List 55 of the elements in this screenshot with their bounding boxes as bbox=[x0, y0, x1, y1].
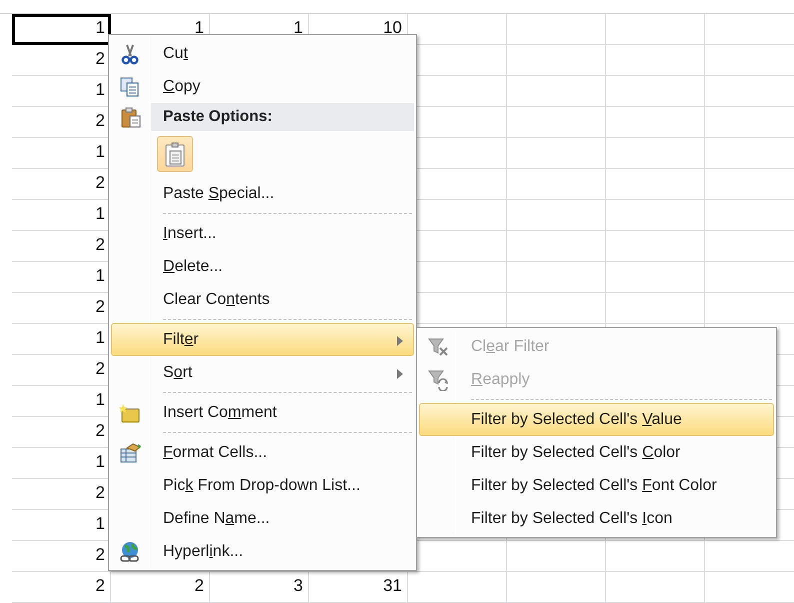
menu-item[interactable]: Copy bbox=[111, 70, 414, 103]
table-cell-text: 1 bbox=[194, 17, 205, 39]
globe-link-icon bbox=[119, 541, 141, 563]
table-cell-text: 2 bbox=[94, 110, 106, 132]
table-cell-text: 2 bbox=[94, 420, 106, 442]
menu-item[interactable]: Paste Special... bbox=[111, 177, 414, 210]
table-cell-text: 1 bbox=[94, 79, 106, 101]
clipboard-icon bbox=[163, 142, 187, 166]
menu-item[interactable]: Insert... bbox=[111, 217, 414, 250]
table-cell-text: 2 bbox=[94, 575, 106, 597]
comment-icon bbox=[119, 402, 141, 424]
table-cell-text: 1 bbox=[94, 141, 106, 163]
menu-item[interactable]: Define Name... bbox=[111, 502, 414, 535]
table-cell-text: 2 bbox=[94, 296, 106, 318]
table-cell-text: 10 bbox=[382, 17, 403, 39]
funnel-refresh-icon bbox=[427, 369, 449, 391]
submenu-arrow-icon bbox=[397, 336, 403, 346]
table-cell-text: 1 bbox=[94, 389, 106, 411]
menu-item[interactable]: Delete... bbox=[111, 250, 414, 283]
menu-item[interactable]: Pick From Drop-down List... bbox=[111, 469, 414, 502]
table-cell-text: 2 bbox=[194, 575, 205, 597]
table-cell-text: 31 bbox=[382, 575, 403, 597]
table-cell-text: 1 bbox=[94, 327, 106, 349]
funnel-clear-icon bbox=[427, 336, 449, 358]
copy-icon bbox=[119, 76, 141, 98]
table-cell-text: 1 bbox=[94, 265, 106, 287]
menu-item[interactable]: Filter by Selected Cell's Font Color bbox=[419, 469, 774, 502]
menu-item[interactable]: Cut bbox=[111, 37, 414, 70]
menu-item[interactable]: Filter by Selected Cell's Icon bbox=[419, 502, 774, 535]
clipboard-icon bbox=[120, 106, 142, 128]
table-cell-text: 2 bbox=[94, 358, 106, 380]
table-cell-text: 3 bbox=[292, 575, 304, 597]
menu-item[interactable]: Clear Contents bbox=[111, 283, 414, 316]
table-cell: 1 bbox=[12, 14, 111, 45]
menu-section-header: Paste Options: bbox=[151, 103, 414, 131]
menu-item[interactable]: Hyperlink... bbox=[111, 535, 414, 568]
submenu-arrow-icon bbox=[397, 369, 403, 379]
table-cell-text: 2 bbox=[94, 172, 106, 194]
table-cell-text: 1 bbox=[292, 17, 304, 39]
table-cell-text: 1 bbox=[94, 203, 106, 225]
menu-item[interactable]: Sort bbox=[111, 356, 414, 389]
table-cell-text: 1 bbox=[94, 451, 106, 473]
menu-item[interactable]: Format Cells... bbox=[111, 436, 414, 469]
table-cell-text: 2 bbox=[94, 544, 106, 566]
table-cell-text: 1 bbox=[94, 513, 106, 535]
table-cell-text: 2 bbox=[94, 482, 106, 504]
format-cells-icon bbox=[119, 442, 141, 464]
menu-item[interactable]: Filter bbox=[111, 323, 414, 356]
menu-item[interactable]: Filter by Selected Cell's Color bbox=[419, 436, 774, 469]
scissors-icon bbox=[119, 43, 141, 65]
menu-item[interactable]: Filter by Selected Cell's Value bbox=[419, 403, 774, 436]
table-cell-text: 2 bbox=[94, 234, 106, 256]
menu-item[interactable]: Insert Comment bbox=[111, 396, 414, 429]
table-cell-text: 2 bbox=[94, 48, 106, 70]
paste-button[interactable] bbox=[157, 136, 193, 172]
